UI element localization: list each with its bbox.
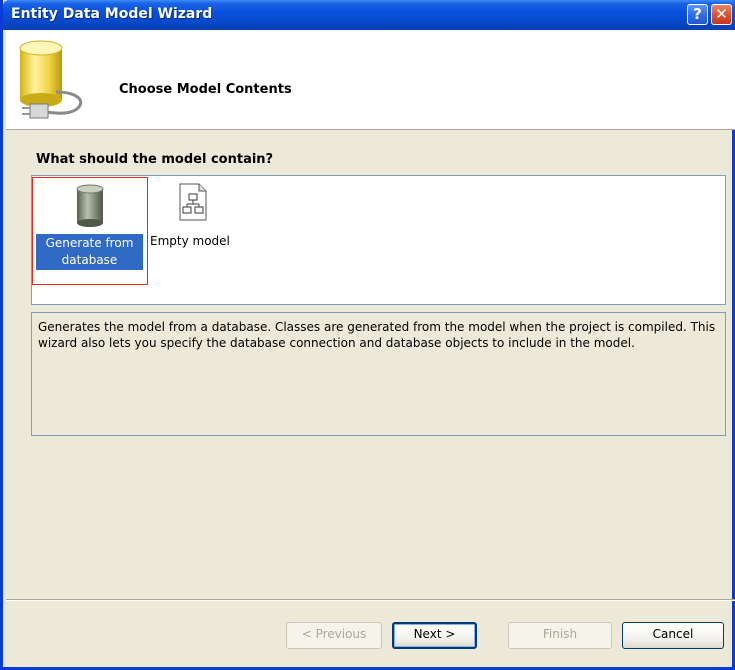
model-question-label: What should the model contain? (36, 152, 274, 167)
empty-model-icon (179, 183, 207, 221)
help-button[interactable]: ? (687, 4, 708, 25)
model-choice-list: Generate from database Empty model (31, 175, 726, 305)
page-title: Choose Model Contents (119, 82, 292, 97)
next-button[interactable]: Next > (392, 622, 477, 649)
title-bar[interactable]: Entity Data Model Wizard ? ✕ (3, 0, 735, 30)
window-title: Entity Data Model Wizard (11, 6, 213, 22)
database-plug-icon (19, 40, 83, 119)
finish-button[interactable]: Finish (508, 622, 612, 649)
choice-generate-from-database[interactable]: Generate from database (32, 177, 148, 285)
cancel-button[interactable]: Cancel (622, 622, 724, 649)
database-icon (76, 184, 104, 227)
choice-label: Empty model (150, 234, 230, 248)
wizard-window: Entity Data Model Wizard ? ✕ Choose Mode… (0, 0, 735, 670)
footer-separator (6, 599, 735, 601)
previous-button[interactable]: < Previous (286, 622, 382, 649)
close-button[interactable]: ✕ (711, 4, 732, 25)
choice-empty-model[interactable]: Empty model (150, 177, 240, 257)
choice-label: Generate from database (36, 234, 143, 270)
wizard-header: Choose Model Contents (6, 30, 735, 130)
choice-description: Generates the model from a database. Cla… (31, 312, 726, 436)
